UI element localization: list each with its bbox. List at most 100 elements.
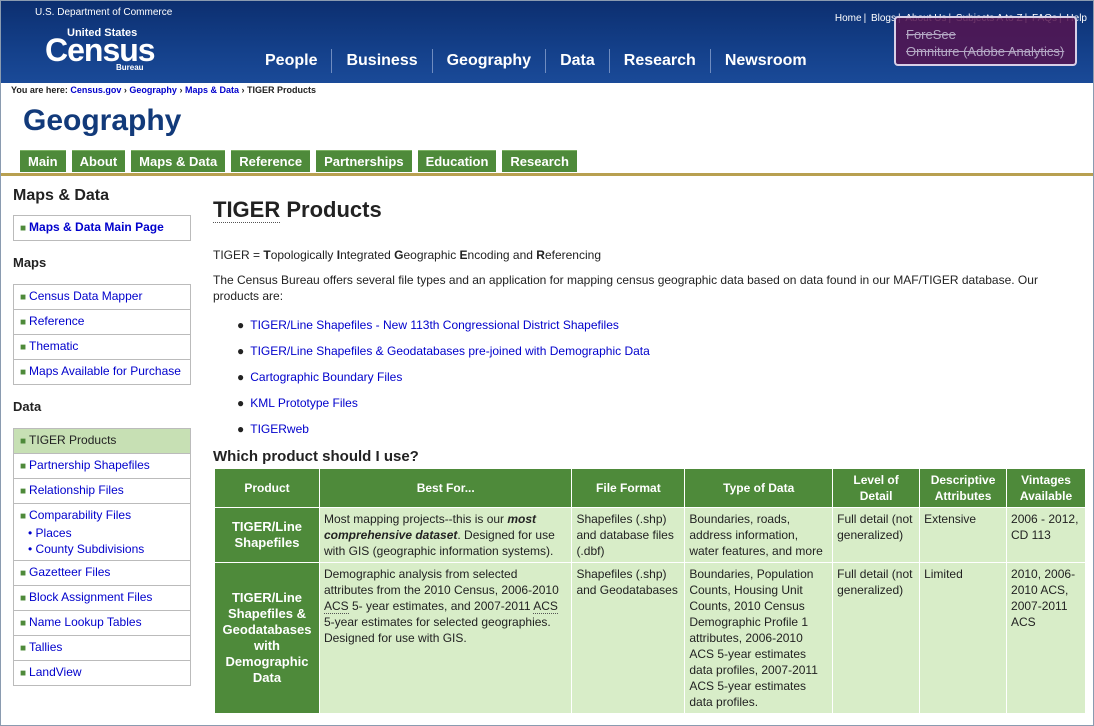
bullet-icon: ● — [237, 370, 245, 384]
sidebar-heading-maps: Maps — [13, 255, 47, 270]
subnav-education[interactable]: Education — [417, 150, 497, 172]
page-title: TIGER Products — [213, 197, 1083, 223]
cell-acronym: ACS — [323, 599, 349, 614]
nav-research[interactable]: Research — [610, 49, 711, 73]
list-item: ● TIGERweb — [237, 416, 1083, 442]
sidebar-item-thematic[interactable]: ■ Thematic — [14, 335, 190, 360]
sidebar-item-name-lookup-tables[interactable]: ■ Name Lookup Tables — [14, 611, 190, 636]
column-header: Product — [214, 468, 320, 508]
breadcrumb-maps-data[interactable]: Maps & Data — [185, 85, 239, 95]
table-cell-attributes: Limited — [919, 562, 1008, 714]
sidebar-item-tiger-products[interactable]: ■ TIGER Products — [14, 429, 190, 454]
sidebar-item-main-page[interactable]: ■ Maps & Data Main Page — [14, 216, 190, 240]
sidebar-item-block-assignment-files[interactable]: ■ Block Assignment Files — [14, 586, 190, 611]
link-kml-prototype[interactable]: KML Prototype Files — [250, 396, 358, 410]
bullet-icon: ■ — [20, 367, 27, 378]
list-item: ● Cartographic Boundary Files — [237, 364, 1083, 390]
sidebar-item-comparability-files[interactable]: ■ Comparability Files • Places • County S… — [14, 504, 190, 561]
nav-data[interactable]: Data — [546, 49, 610, 73]
page: U.S. Department of Commerce United State… — [0, 0, 1094, 726]
sidebar-item-reference[interactable]: ■ Reference — [14, 310, 190, 335]
bullet-icon: ● — [237, 422, 245, 436]
definition-acronym: TIGER — [213, 248, 250, 262]
sidebar-subitem-places[interactable]: • Places — [20, 525, 184, 541]
bullet-icon: ■ — [20, 317, 27, 328]
definition-letter: T — [263, 248, 271, 262]
table-cell-attributes: Extensive — [919, 507, 1008, 563]
subnav-research[interactable]: Research — [502, 150, 577, 172]
column-header: Vintages Available — [1006, 468, 1086, 508]
sidebar-item-gazetteer-files[interactable]: ■ Gazetteer Files — [14, 561, 190, 586]
divider — [1, 173, 1093, 176]
page-title-rest: Products — [280, 197, 382, 222]
sidebar-item-census-data-mapper[interactable]: ■ Census Data Mapper — [14, 285, 190, 310]
link-tiger-line-113th[interactable]: TIGER/Line Shapefiles - New 113th Congre… — [250, 318, 619, 332]
tiger-definition: TIGER = Topologically Integrated Geograp… — [213, 247, 1083, 263]
nav-newsroom[interactable]: Newsroom — [711, 49, 821, 73]
table-cell-detail: Full detail (not generalized) — [832, 507, 921, 563]
column-header: Best For... — [318, 468, 573, 508]
util-home[interactable]: Home — [835, 13, 862, 24]
table-cell-vintages: 2010, 2006-2010 ACS, 2007-2011 ACS — [1006, 562, 1086, 714]
util-blogs[interactable]: Blogs — [871, 13, 896, 24]
breadcrumb-current: TIGER Products — [247, 85, 317, 95]
sidebar-item-label: Thematic — [29, 339, 79, 353]
sidebar-item-maps-purchase[interactable]: ■ Maps Available for Purchase — [14, 360, 190, 384]
table-cell-product: TIGER/Line Shapefiles — [214, 507, 320, 563]
definition-letter: E — [459, 248, 468, 262]
breadcrumb-census[interactable]: Census.gov — [70, 85, 121, 95]
product-links: ● TIGER/Line Shapefiles - New 113th Congr… — [237, 312, 1083, 442]
bullet-icon: ■ — [20, 668, 27, 679]
product-link[interactable]: TIGER/Line Shapefiles — [232, 519, 302, 550]
link-tigerweb[interactable]: TIGERweb — [250, 422, 309, 436]
table-row: TIGER/Line Shapefiles & Geodatabases wit… — [214, 562, 1086, 714]
cell-acronym: ACS — [533, 599, 558, 614]
sidebar-item-label: Block Assignment Files — [29, 590, 153, 604]
subnav-about[interactable]: About — [71, 150, 126, 172]
sidebar-item-label: Maps Available for Purchase — [29, 364, 181, 378]
breadcrumb-sep: › — [123, 85, 127, 95]
sidebar-item-partnership-shapefiles[interactable]: ■ Partnership Shapefiles — [14, 454, 190, 479]
breadcrumb-geography[interactable]: Geography — [129, 85, 177, 95]
sidebar-item-label: Relationship Files — [29, 483, 124, 497]
subnav-maps-data[interactable]: Maps & Data — [131, 150, 226, 172]
sidebar-maps-box: ■ Census Data Mapper ■ Reference ■ Thematic… — [13, 284, 191, 385]
sidebar-item-tallies[interactable]: ■ Tallies — [14, 636, 190, 661]
subnav-partnerships[interactable]: Partnerships — [316, 150, 412, 172]
main-content: TIGER Products TIGER = Topologically Int… — [213, 197, 1083, 442]
sidebar-item-label: Partnership Shapefiles — [29, 458, 150, 472]
main-nav: People Business Geography Data Research … — [251, 49, 821, 73]
overlay-line-omniture: Omniture (Adobe Analytics) — [906, 44, 1065, 59]
definition-word: ncoding and — [467, 248, 537, 262]
column-header: Type of Data — [684, 468, 834, 508]
sidebar-item-label: LandView — [29, 665, 82, 679]
bullet-icon: ■ — [20, 461, 27, 472]
bullet-icon: ■ — [20, 292, 27, 303]
definition-word: opologically — [270, 248, 337, 262]
subnav-main[interactable]: Main — [20, 150, 66, 172]
sidebar-item-landview[interactable]: ■ LandView — [14, 661, 190, 685]
bullet-icon: ■ — [20, 618, 27, 629]
sidebar-subitem-county-subdivisions[interactable]: • County Subdivisions — [20, 541, 184, 557]
sidebar-item-label: Comparability Files — [29, 508, 132, 522]
subnav-reference[interactable]: Reference — [231, 150, 311, 172]
link-cartographic-boundary[interactable]: Cartographic Boundary Files — [250, 370, 402, 384]
nav-geography[interactable]: Geography — [433, 49, 547, 73]
bullet-icon: ■ — [20, 223, 27, 234]
sidebar-data-box: ■ TIGER Products ■ Partnership Shapefiles … — [13, 428, 191, 686]
bullet-icon: ■ — [20, 342, 27, 353]
definition-word: eographic — [403, 248, 460, 262]
sidebar-item-relationship-files[interactable]: ■ Relationship Files — [14, 479, 190, 504]
table-row: TIGER/Line Shapefiles Most mapping proje… — [214, 507, 1086, 563]
link-tiger-line-demographic[interactable]: TIGER/Line Shapefiles & Geodatabases pre… — [250, 344, 650, 358]
nav-business[interactable]: Business — [332, 49, 433, 73]
table-cell-type: Boundaries, Population Counts, Housing U… — [684, 562, 834, 714]
definition-letter: R — [536, 248, 545, 262]
bullet-icon: ■ — [20, 643, 27, 654]
product-link[interactable]: TIGER/Line Shapefiles & Geodatabases wit… — [223, 590, 312, 685]
sidebar-item-label: Tallies — [29, 640, 63, 654]
table-cell-type: Boundaries, roads, address information, … — [684, 507, 834, 563]
nav-people[interactable]: People — [251, 49, 333, 73]
definition-word: ntegrated — [340, 248, 395, 262]
section-heading-which-product: Which product should I use? — [213, 448, 419, 465]
